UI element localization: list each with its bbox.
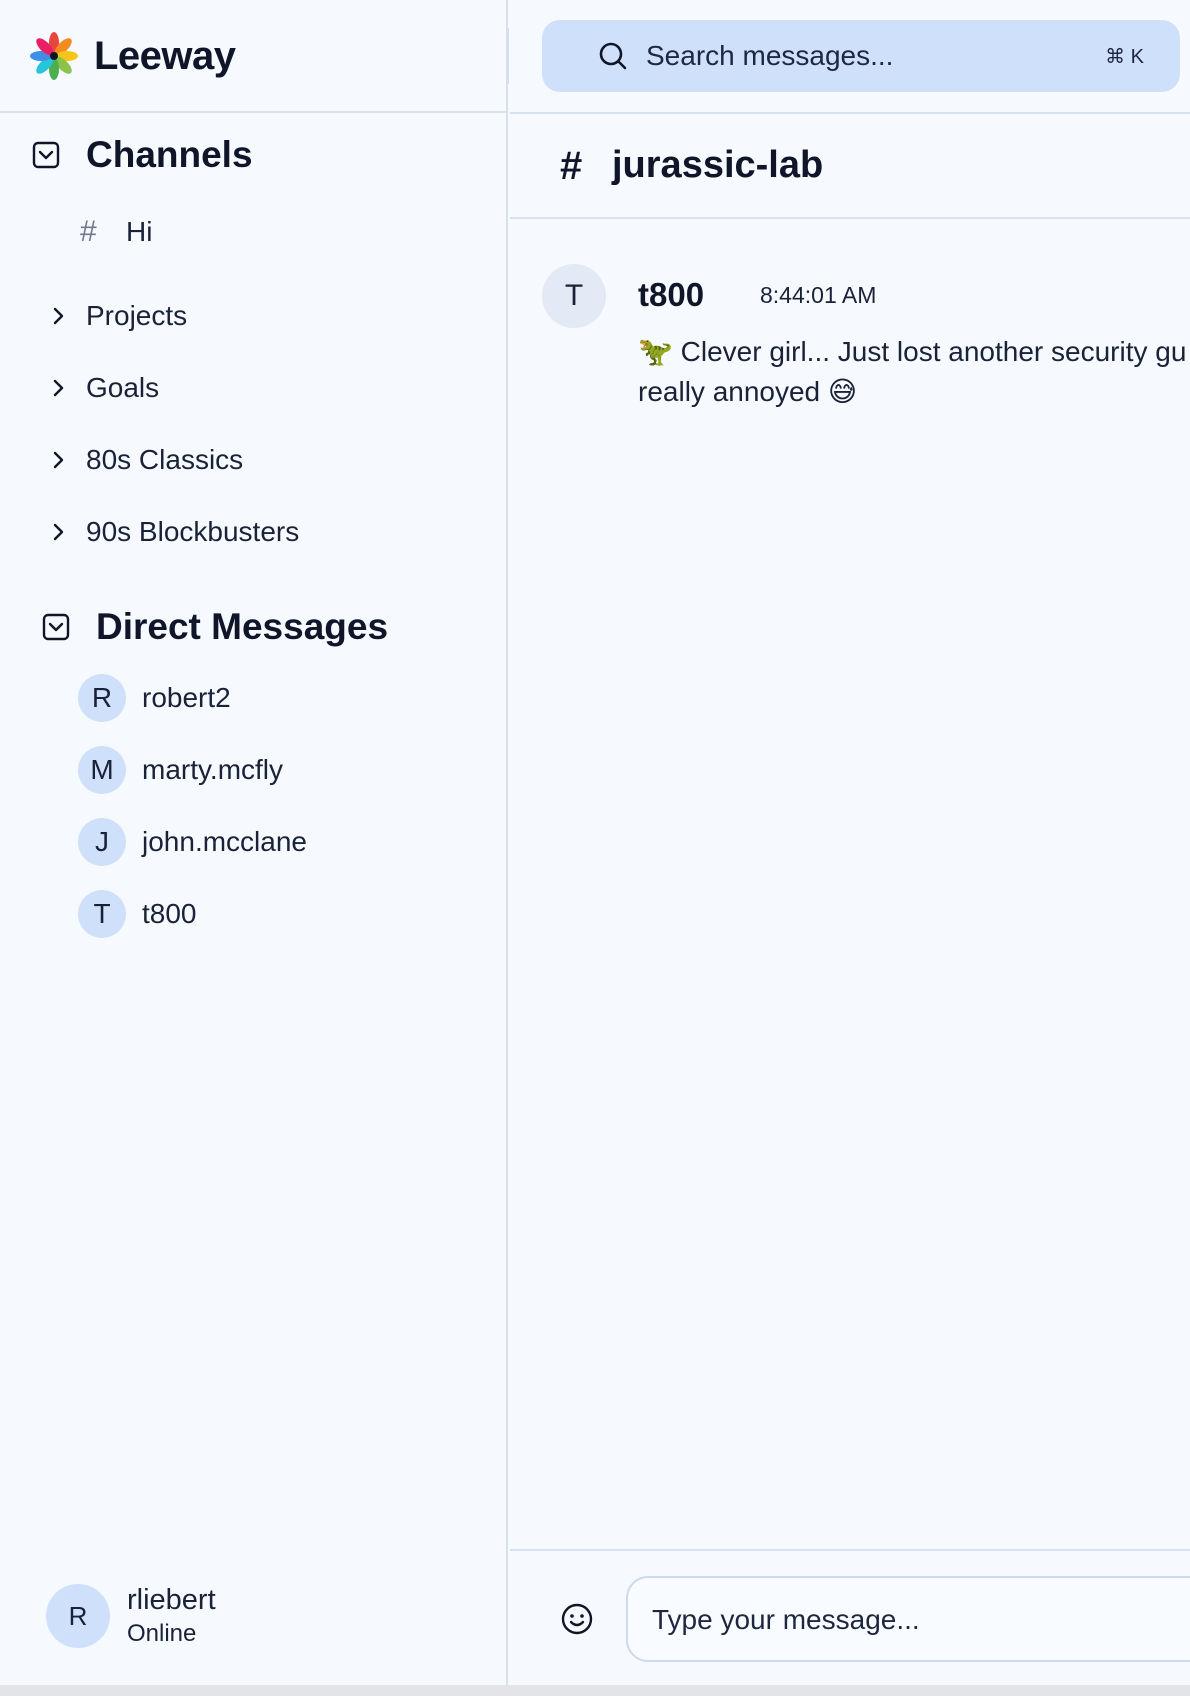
sidebar: Leeway Channels # Hi Projects Goals 80s … <box>0 0 509 1685</box>
user-name: rliebert <box>127 1584 216 1616</box>
group-item-90s-blockbusters[interactable]: 90s Blockbusters <box>48 516 299 548</box>
avatar: J <box>78 818 126 866</box>
composer-divider <box>510 1549 1190 1551</box>
dm-item-t800[interactable]: T t800 <box>78 890 197 938</box>
channels-section-toggle[interactable]: Channels <box>32 134 253 176</box>
dm-name: john.mcclane <box>142 826 307 857</box>
collapse-toggle-icon <box>42 613 70 641</box>
message-timestamp: 8:44:01 AM <box>760 282 877 308</box>
search-shortcut: ⌘ K <box>1105 46 1144 68</box>
message-author[interactable]: t800 <box>638 276 704 314</box>
emoji-picker-icon[interactable] <box>560 1602 594 1636</box>
message-composer[interactable] <box>626 1576 1190 1662</box>
dm-item-marty-mcfly[interactable]: M marty.mcfly <box>78 746 283 794</box>
group-label: Goals <box>86 372 160 403</box>
channel-item-hi[interactable]: # Hi <box>80 215 152 249</box>
dm-title: Direct Messages <box>96 606 389 647</box>
group-label: 80s Classics <box>86 444 244 475</box>
search-icon <box>599 42 627 70</box>
chevron-right-icon <box>53 307 64 325</box>
dm-item-john-mcclane[interactable]: J john.mcclane <box>78 818 307 866</box>
dm-name: robert2 <box>142 682 231 713</box>
group-item-projects[interactable]: Projects <box>48 300 187 332</box>
collapse-toggle-icon <box>32 141 60 169</box>
main-panel: Search messages... ⌘ K # jurassic-lab T … <box>510 0 1190 1685</box>
group-label: 90s Blockbusters <box>86 516 300 547</box>
message-line: 🦖 Clever girl... Just lost another secur… <box>638 336 1187 367</box>
user-avatar: R <box>46 1584 110 1648</box>
leeway-logo-icon <box>30 32 78 80</box>
header-divider <box>507 28 509 84</box>
window-bottom-edge <box>0 1685 1190 1696</box>
avatar: T <box>542 264 606 328</box>
group-item-goals[interactable]: Goals <box>48 372 159 404</box>
message-line: really annoyed 😅 <box>638 376 858 407</box>
avatar: R <box>78 674 126 722</box>
avatar: M <box>78 746 126 794</box>
brand-header: Leeway <box>0 0 509 113</box>
channel-hash-icon: # <box>560 144 583 188</box>
search-placeholder: Search messages... <box>646 40 894 71</box>
channels-title: Channels <box>86 134 253 175</box>
channel-header: # jurassic-lab <box>510 114 1190 219</box>
chevron-right-icon <box>53 451 64 469</box>
hash-icon: # <box>80 215 97 248</box>
group-label: Projects <box>86 300 188 331</box>
message-body: 🦖 Clever girl... Just lost another secur… <box>638 332 1190 412</box>
channel-label: Hi <box>126 216 153 247</box>
channel-title: jurassic-lab <box>612 144 824 186</box>
chevron-right-icon <box>53 523 64 541</box>
dm-section-toggle[interactable]: Direct Messages <box>42 606 388 648</box>
dm-item-robert2[interactable]: R robert2 <box>78 674 231 722</box>
search-bar[interactable]: Search messages... ⌘ K <box>542 20 1180 92</box>
current-user[interactable]: R rliebert Online <box>46 1582 216 1650</box>
user-status: Online <box>127 1620 197 1647</box>
group-item-80s-classics[interactable]: 80s Classics <box>48 444 243 476</box>
dm-name: marty.mcfly <box>142 754 284 785</box>
app-name: Leeway <box>94 34 236 78</box>
dm-name: t800 <box>142 898 197 929</box>
chevron-right-icon <box>53 379 64 397</box>
avatar: T <box>78 890 126 938</box>
message-input[interactable] <box>652 1600 1190 1640</box>
